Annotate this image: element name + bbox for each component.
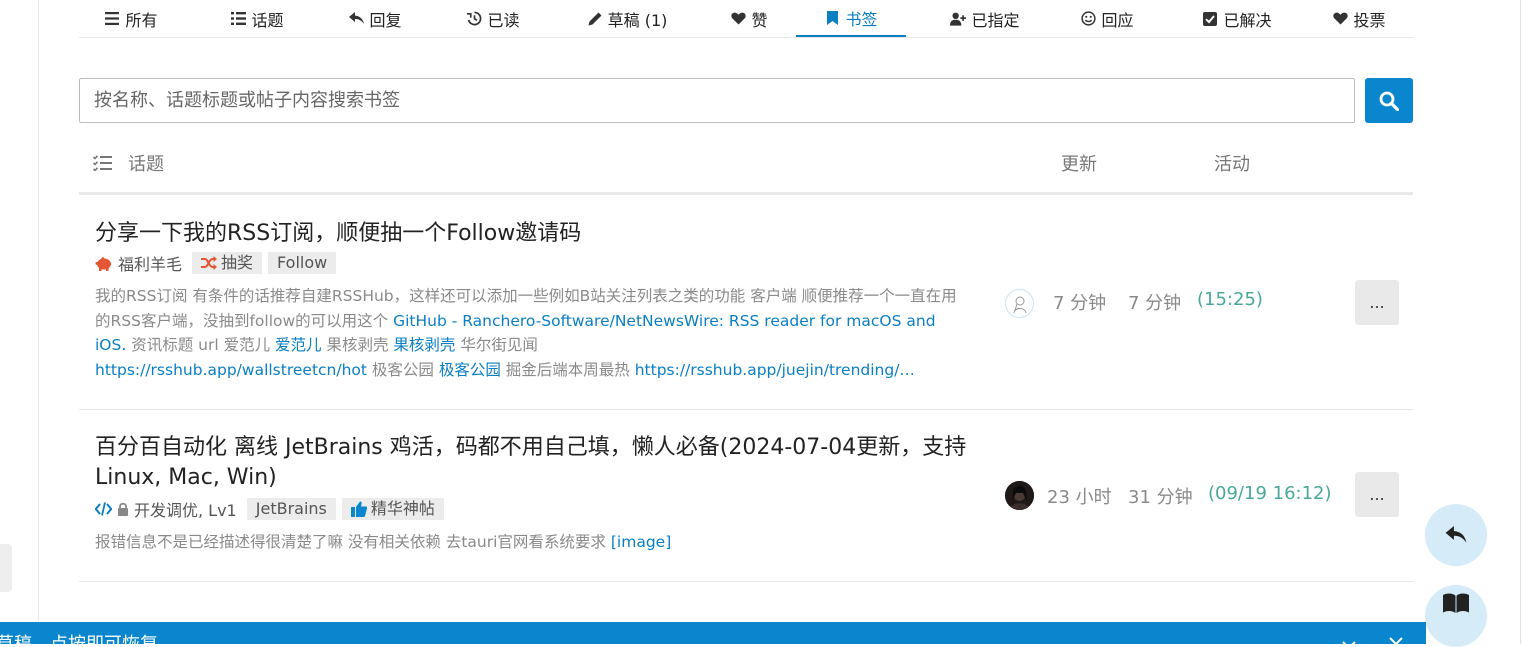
search-icon bbox=[1379, 91, 1399, 111]
tab-likes[interactable]: 赞 bbox=[711, 0, 787, 37]
tab-assigned[interactable]: 已指定 bbox=[931, 0, 1039, 37]
reply-icon bbox=[348, 11, 364, 27]
avatar[interactable] bbox=[1005, 481, 1034, 510]
excerpt-link[interactable]: 果核剥壳 bbox=[393, 336, 455, 354]
activity-clock: (09/19 16:12) bbox=[1208, 483, 1332, 504]
lock-icon bbox=[117, 502, 129, 516]
tab-all[interactable]: 所有 bbox=[79, 0, 183, 37]
topic-excerpt: 我的RSS订阅 有条件的话推荐自建RSSHub，这样还可以添加一些例如B站关注列… bbox=[95, 287, 957, 379]
updated-time[interactable]: 7 分钟 bbox=[1053, 289, 1106, 315]
thumbs-up-icon bbox=[350, 501, 367, 517]
topic-title[interactable]: 分享一下我的RSS订阅，顺便抽一个Follow邀请码 bbox=[95, 219, 995, 249]
pencil-icon bbox=[587, 11, 603, 27]
tab-topics[interactable]: 话题 bbox=[207, 0, 307, 37]
excerpt-link[interactable]: https://rsshub.app/juejin/trending/… bbox=[635, 361, 915, 379]
history-icon bbox=[466, 11, 482, 27]
topic-title[interactable]: 百分百自动化 离线 JetBrains 鸡活，码都不用自己填，懒人必备(2024… bbox=[95, 433, 995, 493]
topic-meta: 开发调优, Lv1 JetBrains 精华神帖 bbox=[95, 498, 444, 520]
tab-bookmarks[interactable]: 书签 bbox=[796, 0, 906, 37]
timeline-button[interactable] bbox=[1425, 585, 1487, 647]
heart-icon bbox=[1332, 11, 1348, 27]
bulk-select-icon[interactable] bbox=[93, 155, 112, 171]
bookmark-actions-button[interactable]: ... bbox=[1355, 280, 1399, 325]
list-bullets-icon bbox=[230, 11, 246, 27]
book-icon bbox=[1443, 593, 1469, 613]
avatar[interactable] bbox=[1005, 289, 1034, 318]
bookmark-search-input[interactable] bbox=[79, 78, 1355, 123]
topic-list-header: 话题 更新 活动 bbox=[79, 140, 1413, 195]
tab-read[interactable]: 已读 bbox=[445, 0, 541, 37]
reply-icon bbox=[1445, 526, 1467, 544]
user-activity-tabs: 所有 话题 回复 已读 草稿 (1) 赞 书签 已指定 回应 已解决 投票 bbox=[79, 0, 1413, 38]
tag-jetbrains[interactable]: JetBrains bbox=[246, 498, 336, 520]
left-divider bbox=[38, 0, 39, 644]
close-icon[interactable] bbox=[1389, 636, 1403, 644]
activity-time[interactable]: 7 分钟 bbox=[1128, 289, 1181, 315]
user-plus-icon bbox=[950, 11, 967, 27]
scrollbar-track[interactable] bbox=[1520, 0, 1521, 644]
chevron-down-icon[interactable] bbox=[1342, 636, 1356, 644]
activity-time[interactable]: 31 分钟 bbox=[1128, 483, 1193, 509]
code-icon bbox=[95, 502, 112, 516]
heart-icon bbox=[730, 11, 746, 27]
shuffle-icon bbox=[201, 256, 218, 270]
tag-follow[interactable]: Follow bbox=[268, 252, 337, 274]
topic-meta: 福利羊毛 抽奖 Follow bbox=[95, 251, 337, 275]
excerpt-link[interactable]: [image] bbox=[611, 533, 671, 551]
excerpt-link[interactable]: https://rsshub.app/wallstreetcn/hot bbox=[95, 361, 367, 379]
excerpt-link[interactable]: 爱范儿 bbox=[275, 336, 322, 354]
tab-replies[interactable]: 回复 bbox=[329, 0, 421, 37]
topic-excerpt: 报错信息不是已经描述得很清楚了嘛 没有相关依赖 去tauri官网看系统要求 [i… bbox=[95, 533, 672, 551]
smile-icon bbox=[1080, 11, 1096, 27]
updated-time[interactable]: 23 小时 bbox=[1047, 483, 1112, 509]
column-activity[interactable]: 活动 bbox=[1214, 150, 1250, 176]
table-row: 分享一下我的RSS订阅，顺便抽一个Follow邀请码 福利羊毛 抽奖 Follo… bbox=[79, 195, 1413, 410]
category-link[interactable]: 福利羊毛 bbox=[118, 251, 182, 275]
table-row: 百分百自动化 离线 JetBrains 鸡活，码都不用自己填，懒人必备(2024… bbox=[79, 410, 1413, 582]
search-button[interactable] bbox=[1365, 78, 1413, 123]
draft-banner-text: 草稿，点按即可恢复 bbox=[0, 634, 158, 644]
draft-restore-banner[interactable]: 草稿，点按即可恢复 bbox=[0, 622, 1426, 644]
tag-featured[interactable]: 精华神帖 bbox=[341, 498, 444, 520]
column-updated[interactable]: 更新 bbox=[1061, 150, 1097, 176]
bookmark-icon bbox=[824, 10, 840, 26]
bookmark-actions-button[interactable]: ... bbox=[1355, 472, 1399, 517]
tab-votes[interactable]: 投票 bbox=[1317, 0, 1401, 37]
check-square-icon bbox=[1202, 11, 1218, 27]
sidebar-toggle[interactable] bbox=[0, 544, 12, 592]
reply-button[interactable] bbox=[1425, 504, 1487, 566]
tab-reactions[interactable]: 回应 bbox=[1065, 0, 1149, 37]
excerpt-link[interactable]: 极客公园 bbox=[439, 361, 501, 379]
tab-drafts[interactable]: 草稿 (1) bbox=[567, 0, 687, 37]
list-icon bbox=[104, 11, 120, 27]
activity-clock: (15:25) bbox=[1197, 289, 1263, 310]
piggy-bank-icon bbox=[95, 256, 113, 271]
column-topic[interactable]: 话题 bbox=[93, 150, 164, 176]
tag-lottery[interactable]: 抽奖 bbox=[192, 252, 263, 274]
category-link[interactable]: 开发调优, Lv1 bbox=[134, 497, 237, 521]
tab-solved[interactable]: 已解决 bbox=[1185, 0, 1289, 37]
